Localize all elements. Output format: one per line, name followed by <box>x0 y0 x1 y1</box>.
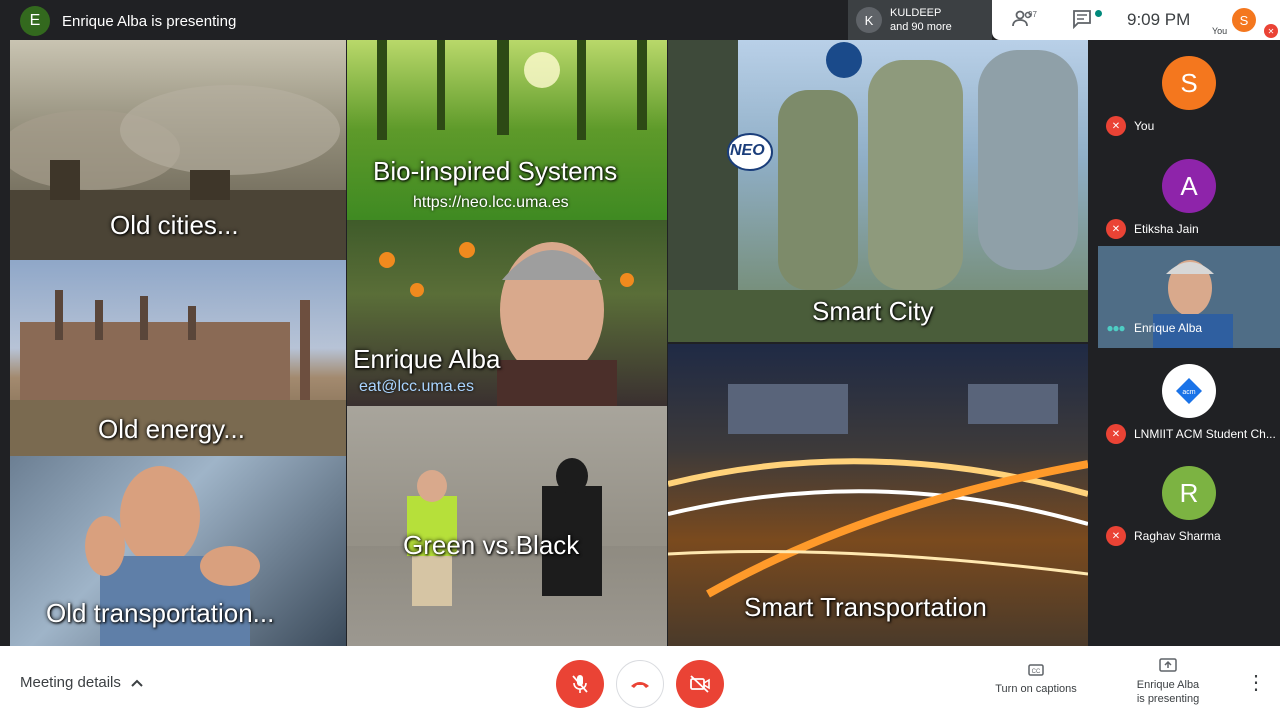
smart-city-label: Smart City <box>812 296 934 326</box>
svg-text:CC: CC <box>1032 669 1041 675</box>
participants-sidebar: S ✕ You A ✕ Etiksha Jain ⦁⦁⦁ Enrique Alb… <box>1098 40 1280 646</box>
meeting-details-label: Meeting details <box>20 674 121 691</box>
participant-name: Enrique Alba <box>1134 321 1203 335</box>
bio-inspired-image: Bio-inspired Systems https://neo.lcc.uma… <box>347 40 667 220</box>
bottom-bar: Meeting details CC Turn on captions Enri… <box>0 646 1280 720</box>
participant-tile-raghav[interactable]: R ✕ Raghav Sharma <box>1098 454 1280 556</box>
presenter-avatar: E <box>20 6 50 36</box>
captions-label: Turn on captions <box>995 683 1077 695</box>
avatar: S <box>1162 56 1216 110</box>
avatar: R <box>1162 466 1216 520</box>
chat-icon[interactable] <box>1072 9 1092 34</box>
mic-off-icon: ✕ <box>1106 116 1126 136</box>
enrique-name-label: Enrique Alba <box>353 344 501 374</box>
participant-name: LNMIIT ACM Student Ch... <box>1134 427 1276 441</box>
chip-name: KULDEEP <box>890 7 942 19</box>
participant-name: You <box>1134 119 1155 133</box>
clock: 9:09 PM <box>1127 10 1191 29</box>
top-right-panel: 97 9:09 PM You S ✕ <box>992 0 1280 40</box>
captions-button[interactable]: CC Turn on captions <box>986 664 1086 696</box>
mic-off-icon: ✕ <box>1106 526 1126 546</box>
chip-text: KULDEEP and 90 more <box>890 6 952 34</box>
enrique-email: eat@lcc.uma.es <box>359 378 474 395</box>
present-screen-icon <box>1120 658 1216 674</box>
mic-off-icon: ✕ <box>1106 219 1126 239</box>
old-cities-label: Old cities... <box>110 210 239 240</box>
participant-name-row: ✕ Etiksha Jain <box>1106 219 1199 239</box>
chevron-up-icon <box>131 674 143 691</box>
participant-name-row: ✕ You <box>1106 116 1154 136</box>
green-vs-black-image: Green vs.Black <box>347 406 667 646</box>
presenting-line2: is presenting <box>1136 693 1200 705</box>
avatar: A <box>1162 159 1216 213</box>
chip-more: and 90 more <box>890 21 952 33</box>
participant-name-row: ✕ Raghav Sharma <box>1106 526 1221 546</box>
acm-logo-avatar: acm <box>1162 364 1216 418</box>
you-mini-label: You <box>1212 26 1228 36</box>
old-transportation-label: Old transportation... <box>46 598 275 628</box>
smart-transportation-image: Smart Transportation <box>668 344 1088 646</box>
presentation-stage: Old cities... Old energy... Old transpor… <box>10 40 1088 646</box>
participant-tile-etiksha[interactable]: A ✕ Etiksha Jain <box>1098 147 1280 249</box>
top-bar: E Enrique Alba is presenting K KULDEEP a… <box>0 0 1280 40</box>
meeting-details-button[interactable]: Meeting details <box>20 674 143 691</box>
old-cities-image: Old cities... <box>10 40 346 260</box>
hang-up-icon <box>631 682 649 688</box>
participant-tile-lnmiit[interactable]: acm ✕ LNMIIT ACM Student Ch... <box>1098 352 1280 454</box>
mic-off-icon: ✕ <box>1106 424 1126 444</box>
mic-off-icon <box>572 675 588 693</box>
participant-name-row: ⦁⦁⦁ Enrique Alba <box>1106 318 1202 338</box>
participants-chip[interactable]: K KULDEEP and 90 more <box>848 0 992 40</box>
enrique-photo: Enrique Alba eat@lcc.uma.es <box>347 220 667 406</box>
captions-icon: CC <box>986 664 1086 678</box>
participant-name: Etiksha Jain <box>1134 222 1199 236</box>
participant-name: Raghav Sharma <box>1134 529 1221 543</box>
smart-transportation-label: Smart Transportation <box>744 592 987 622</box>
old-energy-label: Old energy... <box>98 414 245 444</box>
green-vs-black-label: Green vs.Black <box>403 530 580 560</box>
more-options-icon[interactable]: ⋮ <box>1246 670 1266 695</box>
svg-text:acm: acm <box>1182 389 1195 396</box>
presenter-info: E Enrique Alba is presenting <box>20 6 236 36</box>
chat-notification-dot <box>1095 10 1102 17</box>
bio-inspired-label: Bio-inspired Systems <box>373 156 618 186</box>
smart-city-image: NEO Smart City <box>668 40 1088 342</box>
participant-tile-enrique[interactable]: ⦁⦁⦁ Enrique Alba <box>1098 246 1280 348</box>
presenter-title: Enrique Alba is presenting <box>62 12 237 30</box>
participant-name-row: ✕ LNMIIT ACM Student Ch... <box>1106 424 1276 444</box>
neo-logo: NEO <box>730 142 765 159</box>
you-avatar[interactable]: S <box>1232 8 1256 32</box>
camera-toggle-button[interactable] <box>676 660 724 708</box>
bio-inspired-url: https://neo.lcc.uma.es <box>413 194 569 211</box>
leave-call-button[interactable] <box>616 660 664 708</box>
participant-count: 97 <box>1028 10 1037 19</box>
presenting-line1: Enrique Alba <box>1136 679 1200 691</box>
presenting-button[interactable]: Enrique Alba is presenting <box>1120 658 1216 706</box>
chip-avatar: K <box>856 7 882 33</box>
participant-tile-you[interactable]: S ✕ You <box>1098 44 1280 146</box>
mic-off-icon: ✕ <box>1264 24 1278 38</box>
camera-off-icon <box>690 675 710 693</box>
mic-toggle-button[interactable] <box>556 660 604 708</box>
speaking-icon: ⦁⦁⦁ <box>1106 320 1125 335</box>
old-energy-image: Old energy... <box>10 260 346 456</box>
old-transportation-image: Old transportation... <box>10 456 346 646</box>
